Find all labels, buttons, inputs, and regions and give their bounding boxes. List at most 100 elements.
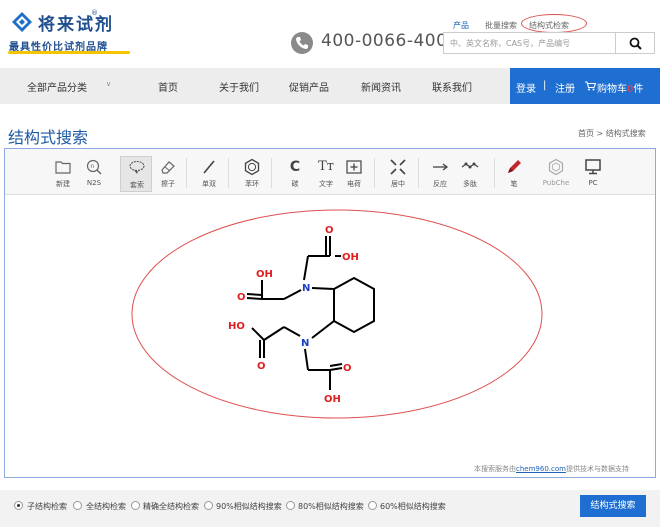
name-to-structure-icon: n [86,159,102,175]
tool-label: N2S [86,179,102,187]
toolbar-divider [418,158,419,188]
toolbar-divider [186,158,187,188]
toolbar-divider [374,158,375,188]
phone-icon [291,32,313,54]
register-link[interactable]: 注册 [555,80,575,95]
top-link-products[interactable]: 产品 [453,20,469,31]
tool-label: 苯环 [245,180,259,188]
lasso-icon [129,160,145,174]
tool-n2s[interactable]: n N2S [78,156,110,192]
text-icon: Tт [318,159,334,174]
brand-logo-icon[interactable] [12,12,32,32]
toolbar-divider [228,158,229,188]
login-link[interactable]: 登录 [516,80,536,95]
cart-icon[interactable] [585,81,596,91]
credit-suffix: 提供技术与数据支持 [565,465,629,473]
tool-label: PubChe [542,179,570,187]
pubchem-icon [548,158,564,176]
tool-label: 笔 [510,180,518,188]
atom-oxygen: O [237,292,246,303]
nav-promotions[interactable]: 促销产品 [289,79,329,94]
breadcrumb: 首页 > 结构式搜索 [578,129,646,138]
tool-label: 新建 [56,180,70,188]
radio-exact-structure[interactable] [131,501,140,510]
chevron-down-icon: ∨ [106,80,112,88]
tool-label: PC [588,179,598,187]
atom-hydroxyl: OH [342,252,359,263]
tool-pubchem[interactable]: PubChe [540,156,572,192]
tool-label: 电荷 [347,180,361,188]
option-label[interactable]: 90%相似结构搜索 [216,501,282,512]
svg-text:n: n [90,163,94,170]
tool-benzene[interactable]: 苯环 [236,156,268,192]
tool-center[interactable]: 居中 [382,156,414,192]
toolbar-divider [271,158,272,188]
benzene-ring-icon [244,158,260,176]
tool-label: 多肽 [463,180,477,188]
tool-label: 单双 [202,180,216,188]
nav-about[interactable]: 关于我们 [219,79,259,94]
login-divider: | [543,80,547,91]
radio-substructure[interactable] [14,501,23,510]
new-file-icon [55,161,71,174]
tool-label: 套索 [130,181,144,189]
annotation-oval-molecule [131,209,543,419]
option-label[interactable]: 60%相似结构搜索 [380,501,446,512]
tool-reaction[interactable]: 反应 [424,156,456,192]
option-label[interactable]: 精确全结构检索 [143,501,199,512]
atom-nitrogen: N [302,283,310,294]
structure-search-button[interactable]: 结构式搜索 [580,495,646,517]
atom-oxygen: O [257,361,266,372]
single-bond-icon [203,160,215,174]
search-input[interactable]: 中、英文名称，CAS号，产品编号 [443,32,615,54]
atom-oxygen: O [325,225,334,236]
hotline-number: 400-0066-400 [321,31,448,51]
page-title: 结构式搜索 [8,128,89,147]
nav-home[interactable]: 首页 [158,79,178,94]
tool-lasso[interactable]: 套索 [120,156,152,192]
tool-label: 居中 [391,180,405,188]
nav-contact[interactable]: 联系我们 [432,79,472,94]
tool-new[interactable]: 新建 [47,156,79,192]
tool-pc[interactable]: PC [577,156,609,192]
search-icon [629,37,642,50]
search-button[interactable] [615,32,655,54]
option-label[interactable]: 子结构检索 [27,501,67,512]
radio-similar-80[interactable] [286,501,295,510]
radio-full-structure[interactable] [73,501,82,510]
tool-carbon[interactable]: C 碳 [279,156,311,192]
molecule-canvas[interactable]: O OH OH O N N HO O O OH [130,207,544,421]
tool-eraser[interactable]: 擦子 [152,156,184,192]
annotation-oval-top [521,14,587,33]
top-link-batch-search[interactable]: 批量搜索 [485,20,517,31]
tool-charge[interactable]: 电荷 [338,156,370,192]
option-label[interactable]: 80%相似结构搜索 [298,501,364,512]
cart-unit: 件 [633,84,644,95]
reaction-arrow-icon [433,163,449,171]
tool-label: 碳 [291,180,299,188]
cart-label: 购物车 [597,84,627,95]
radio-similar-90[interactable] [204,501,213,510]
nav-all-categories[interactable]: 全部产品分类 [27,79,87,94]
tool-peptide[interactable]: 多肽 [454,156,486,192]
atom-nitrogen: N [301,338,309,349]
cart-link[interactable]: 购物车0件 [597,80,643,95]
toolbar-divider [494,158,495,188]
tool-label: 反应 [433,180,447,188]
tool-pen[interactable]: 笔 [498,156,530,192]
nav-news[interactable]: 新闻资讯 [361,79,401,94]
atom-hydroxyl: HO [228,321,245,332]
tool-bond[interactable]: 单双 [193,156,225,192]
charge-icon [346,160,362,174]
eraser-icon [161,161,175,174]
brand-name: 将来试剂 [38,15,114,35]
option-label[interactable]: 全结构检索 [86,501,126,512]
credit-link[interactable]: chem960.com [516,465,566,473]
brand-registered-mark: ® [91,9,98,17]
atom-hydroxyl: OH [324,394,341,405]
credit-prefix: 本搜索服务由 [474,465,516,473]
service-credit: 本搜索服务由chem960.com提供技术与数据支持 [474,464,629,474]
atom-hydroxyl: OH [256,269,273,280]
center-icon [390,159,406,175]
radio-similar-60[interactable] [368,501,377,510]
